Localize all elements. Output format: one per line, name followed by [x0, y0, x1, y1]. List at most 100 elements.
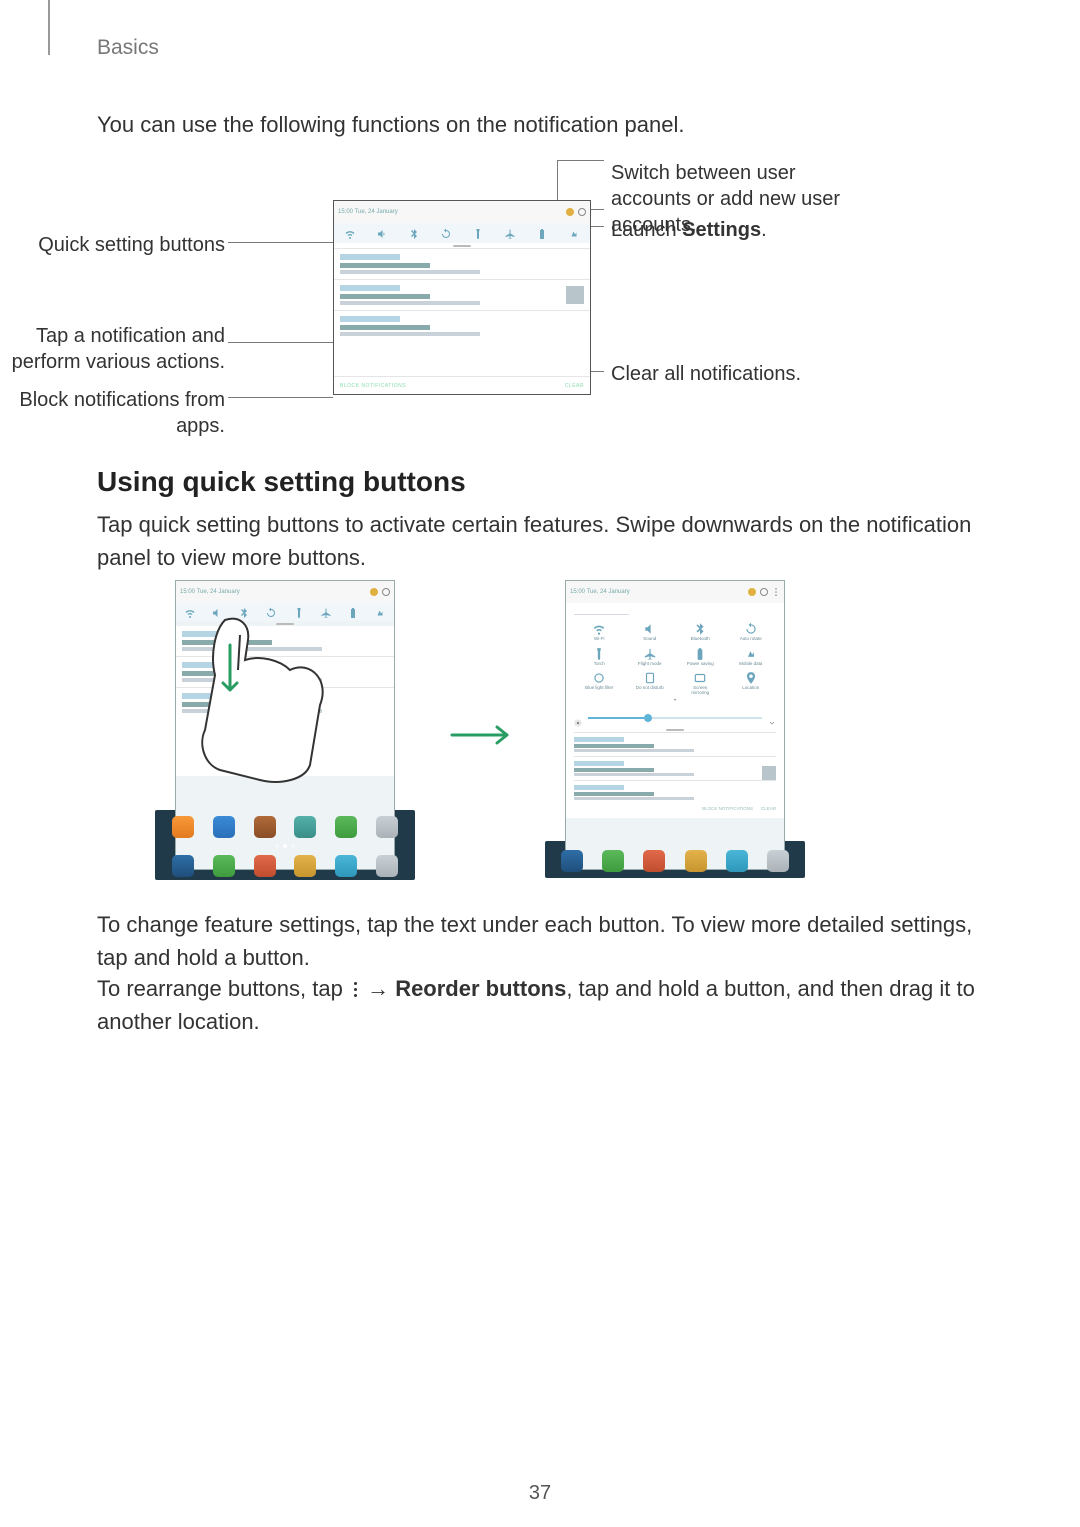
qs-tile-icon	[744, 647, 758, 661]
sound-icon	[376, 227, 388, 239]
page-number: 37	[0, 1482, 1080, 1505]
qs-tile-label: Torch	[594, 662, 605, 667]
arrow-icon	[447, 720, 527, 750]
qs-tile-icon	[592, 647, 606, 661]
swipe-illustration: 15:00 Tue, 24 January	[95, 580, 985, 890]
quick-settings-row	[334, 223, 590, 243]
app-icon	[172, 816, 194, 838]
qs-tile-label: Wi-Fi	[594, 637, 605, 642]
airplane-icon	[504, 227, 516, 239]
qs-tile: Location	[742, 671, 759, 695]
gear-icon	[382, 588, 390, 596]
section-label: Basics	[97, 36, 159, 60]
app-icon	[335, 855, 357, 877]
qs-tile-label: Screen mirroring	[685, 686, 715, 695]
brightness-icon	[574, 714, 582, 722]
qs-tile: Flight mode	[638, 647, 662, 667]
quick-settings-grid: Wi-Fi Sound Bluetooth Auto rotate Torch Fligh…	[574, 622, 776, 695]
qs-tile: Bluetooth	[691, 622, 710, 642]
app-icon	[685, 850, 707, 872]
intro-text: You can use the following functions on t…	[97, 112, 685, 138]
qs-tile-label: Location	[742, 686, 759, 691]
qs-tile: Wi-Fi	[592, 622, 606, 642]
wifi-icon	[184, 606, 196, 618]
app-icon	[643, 850, 665, 872]
user-account-icon	[370, 588, 378, 596]
callout-tap-notification: Tap a notification and perform various a…	[0, 323, 225, 375]
app-icon	[335, 816, 357, 838]
header-rule	[48, 0, 50, 55]
paragraph-quick-settings: Tap quick setting buttons to activate ce…	[97, 508, 982, 574]
qs-tile-icon	[643, 647, 657, 661]
notification-panel-mock: 15:00 Tue, 24 January	[333, 200, 591, 395]
chevron-down-icon	[768, 714, 776, 722]
callout-block-notifications: Block notifications from apps.	[0, 387, 225, 439]
screenshot-after: 15:00 Tue, 24 January ——————————— Wi-Fi S…	[565, 580, 785, 870]
paragraph-reorder: To rearrange buttons, tap → Reorder butt…	[97, 972, 982, 1038]
qs-tile-label: Mobile data	[739, 662, 762, 667]
qs-tile: Sound	[643, 622, 657, 642]
app-icon	[561, 850, 583, 872]
status-time: 15:00 Tue, 24 January	[570, 589, 630, 595]
qs-tile-icon	[744, 671, 758, 685]
status-time: 15:00 Tue, 24 January	[338, 209, 398, 215]
qs-tile-label: Bluetooth	[691, 637, 710, 642]
app-icon	[294, 855, 316, 877]
qs-tile: Power saving	[687, 647, 714, 667]
app-icon	[726, 850, 748, 872]
qs-tile-label: Power saving	[687, 662, 714, 667]
data-icon	[374, 606, 386, 618]
qs-tile: Mobile data	[739, 647, 762, 667]
heading-using-quick-settings: Using quick setting buttons	[97, 466, 466, 498]
qs-tile: Torch	[592, 647, 606, 667]
qs-tile-label: Flight mode	[638, 662, 662, 667]
user-account-icon	[748, 588, 756, 596]
wifi-icon	[344, 227, 356, 239]
hint-text: ———————————	[574, 612, 776, 618]
torch-icon	[472, 227, 484, 239]
app-icon	[213, 855, 235, 877]
qs-tile-icon	[693, 647, 707, 661]
notification-item	[334, 248, 590, 279]
callout-launch-settings: Launch Settings.	[611, 217, 767, 243]
bluetooth-icon	[238, 606, 250, 618]
qs-tile-icon	[693, 622, 707, 636]
block-notifications-label: BLOCK NOTIFICATIONS	[702, 806, 753, 811]
app-icon	[172, 855, 194, 877]
qs-tile-icon	[643, 622, 657, 636]
clear-label: CLEAR	[565, 383, 584, 389]
qs-tile: Auto rotate	[740, 622, 762, 642]
data-icon	[568, 227, 580, 239]
qs-tile: Do not disturb	[636, 671, 664, 695]
bluetooth-icon	[408, 227, 420, 239]
brightness-slider	[574, 712, 776, 724]
notification-panel-diagram: Quick setting buttons Tap a notification…	[95, 150, 985, 430]
app-icon	[254, 855, 276, 877]
sound-icon	[211, 606, 223, 618]
battery-icon	[347, 606, 359, 618]
app-icon	[254, 816, 276, 838]
notification-thumbnail	[566, 286, 584, 304]
rotate-icon	[440, 227, 452, 239]
app-icon	[213, 816, 235, 838]
qs-tile: Screen mirroring	[685, 671, 715, 695]
qs-tile-label: Do not disturb	[636, 686, 664, 691]
home-dock	[155, 812, 415, 880]
qs-tile-icon	[592, 671, 606, 685]
qs-tile-icon	[643, 671, 657, 685]
user-account-icon	[566, 208, 574, 216]
qs-tile-icon	[592, 622, 606, 636]
qs-tile-label: Blue light filter	[585, 686, 613, 691]
callout-clear-all: Clear all notifications.	[611, 361, 801, 387]
app-icon	[294, 816, 316, 838]
qs-tile-icon	[744, 622, 758, 636]
gear-icon	[578, 208, 586, 216]
qs-tile-label: Auto rotate	[740, 637, 762, 642]
paragraph-change-settings: To change feature settings, tap the text…	[97, 908, 982, 974]
notification-item	[334, 279, 590, 310]
gear-icon	[760, 588, 768, 596]
status-time: 15:00 Tue, 24 January	[180, 589, 240, 595]
apps-drawer-icon	[767, 850, 789, 872]
battery-icon	[536, 227, 548, 239]
block-notifications-label: BLOCK NOTIFICATIONS	[340, 383, 406, 389]
